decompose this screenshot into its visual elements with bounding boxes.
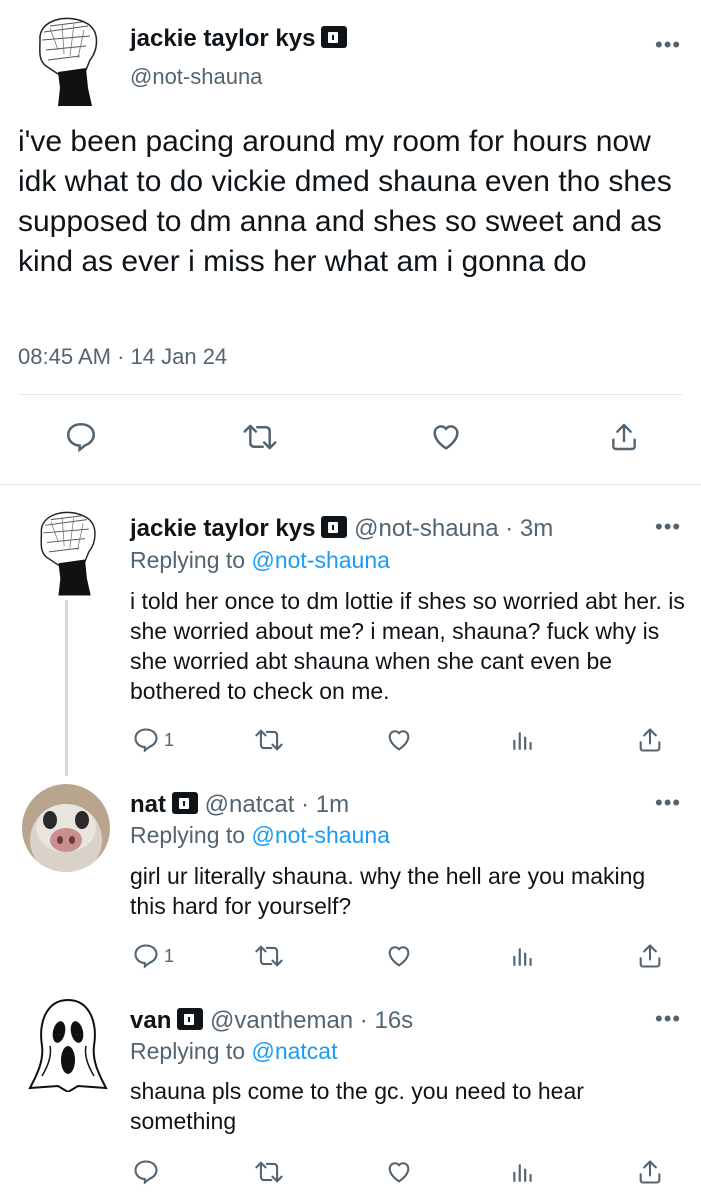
- tweet-date: 14 Jan 24: [130, 344, 228, 369]
- heart-icon[interactable]: [384, 942, 414, 970]
- tweet-time: 08:45 AM: [18, 344, 111, 369]
- reply-handle-meta[interactable]: @not-shauna · 3m: [354, 515, 553, 542]
- reply-handle-meta[interactable]: @natcat · 1m: [205, 791, 349, 818]
- heart-icon[interactable]: [428, 420, 464, 454]
- share-icon[interactable]: [636, 726, 664, 754]
- avatar-nat[interactable]: [22, 784, 110, 872]
- divider: [18, 394, 683, 395]
- author-handle[interactable]: @not-shauna: [130, 64, 262, 90]
- more-icon[interactable]: •••: [655, 34, 681, 56]
- replying-to-link[interactable]: @not-shauna: [251, 822, 389, 848]
- reply-display-name[interactable]: jackie taylor kys: [130, 515, 315, 542]
- retweet-icon[interactable]: [254, 942, 284, 970]
- reply-text: i told her once to dm lottie if shes so …: [130, 588, 685, 704]
- avatar-jackie[interactable]: [28, 10, 106, 106]
- share-icon[interactable]: [608, 420, 640, 454]
- lock-icon: [177, 1008, 204, 1030]
- retweet-icon[interactable]: [254, 1158, 284, 1186]
- reply-icon[interactable]: [132, 942, 160, 970]
- retweet-icon[interactable]: [242, 420, 278, 454]
- avatar-van[interactable]: [28, 996, 108, 1092]
- reply-text: girl ur literally shauna. why the hell a…: [130, 863, 646, 919]
- reply-count: 1: [164, 730, 175, 750]
- reply-text: shauna pls come to the gc. you need to h…: [130, 1078, 584, 1134]
- reply-icon[interactable]: [132, 726, 160, 754]
- analytics-icon[interactable]: [510, 1158, 536, 1186]
- lock-icon: [321, 26, 348, 48]
- avatar-jackie[interactable]: [30, 504, 104, 596]
- reply-display-name[interactable]: nat: [130, 791, 166, 818]
- lock-icon: [172, 792, 198, 814]
- reply-count: 1: [164, 946, 175, 966]
- replying-to-link[interactable]: @not-shauna: [251, 547, 389, 573]
- more-icon[interactable]: •••: [655, 516, 681, 538]
- more-icon[interactable]: •••: [655, 1008, 681, 1030]
- tweet-text: i've been pacing around my room for hour…: [18, 125, 672, 278]
- heart-icon[interactable]: [384, 1158, 414, 1186]
- reply-icon[interactable]: [132, 1158, 160, 1186]
- analytics-icon[interactable]: [510, 726, 536, 754]
- replying-to: Replying to @natcat: [130, 1038, 338, 1064]
- tweet-timestamp[interactable]: 08:45 AM · 14 Jan 24: [18, 344, 227, 370]
- more-icon[interactable]: •••: [655, 792, 681, 814]
- replying-to-link[interactable]: @natcat: [251, 1038, 337, 1064]
- share-icon[interactable]: [636, 1158, 664, 1186]
- reply-display-name[interactable]: van: [130, 1007, 171, 1034]
- replying-to: Replying to @not-shauna: [130, 547, 390, 573]
- divider: [0, 484, 701, 485]
- reply-handle-meta[interactable]: @vantheman · 16s: [210, 1007, 413, 1034]
- thread-line: [65, 600, 68, 776]
- analytics-icon[interactable]: [510, 942, 536, 970]
- replying-to: Replying to @not-shauna: [130, 822, 390, 848]
- author-display-name[interactable]: jackie taylor kys: [130, 25, 315, 52]
- lock-icon: [321, 516, 348, 538]
- retweet-icon[interactable]: [254, 726, 284, 754]
- share-icon[interactable]: [636, 942, 664, 970]
- heart-icon[interactable]: [384, 726, 414, 754]
- reply-icon[interactable]: [64, 420, 98, 454]
